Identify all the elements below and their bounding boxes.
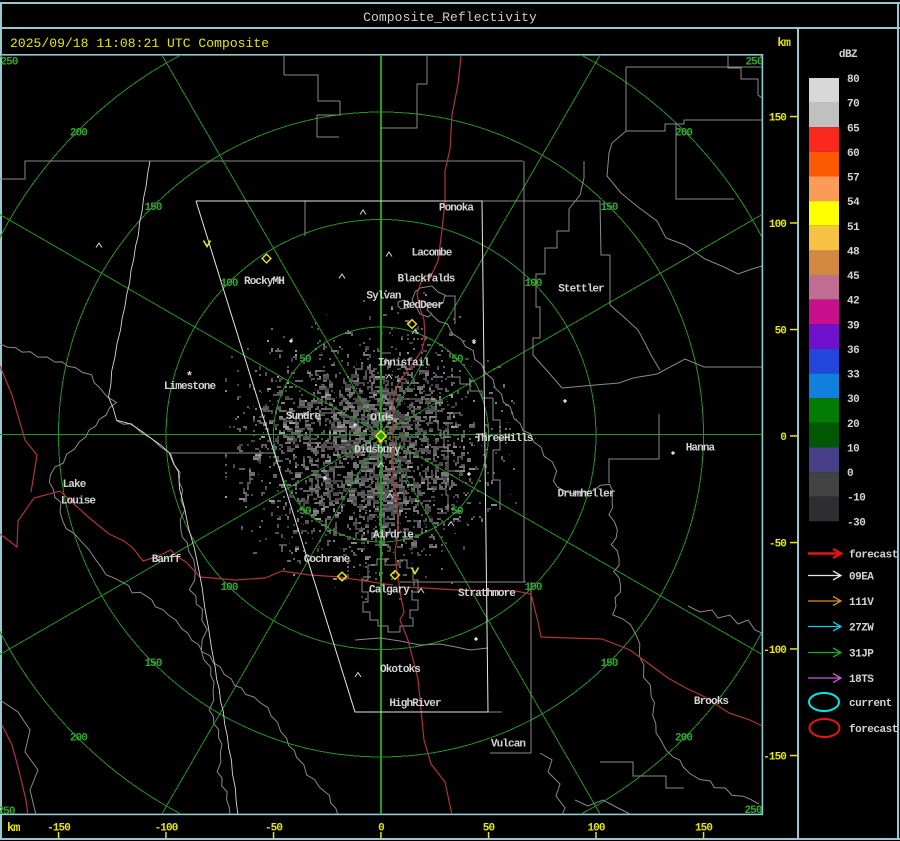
svg-text:Lacombe: Lacombe (412, 248, 453, 260)
svg-text:60: 60 (847, 148, 859, 160)
svg-text:150: 150 (769, 113, 786, 125)
svg-text:42: 42 (847, 296, 859, 308)
svg-text:Drumheller: Drumheller (557, 489, 614, 501)
svg-text:200: 200 (70, 127, 87, 139)
svg-text:-150: -150 (763, 752, 786, 764)
svg-text:km: km (777, 36, 790, 50)
svg-text:33: 33 (847, 370, 860, 382)
svg-text:0: 0 (780, 432, 786, 444)
svg-text:50: 50 (775, 326, 787, 338)
svg-text:forecast: forecast (849, 724, 898, 736)
svg-text:100: 100 (524, 582, 541, 594)
svg-text:36: 36 (847, 345, 859, 357)
svg-text:10: 10 (847, 443, 859, 455)
svg-text:48: 48 (847, 246, 860, 258)
svg-text:45: 45 (847, 271, 860, 283)
svg-text:-100: -100 (763, 645, 786, 657)
svg-text:200: 200 (675, 127, 692, 139)
svg-text:31JP: 31JP (849, 649, 874, 661)
svg-text:Limestone: Limestone (164, 381, 217, 393)
svg-text:Lake: Lake (63, 479, 87, 491)
svg-text:65: 65 (847, 123, 860, 135)
svg-text:Hanna: Hanna (686, 443, 716, 455)
svg-text:Stettler: Stettler (558, 284, 604, 296)
svg-text:51: 51 (847, 222, 860, 234)
svg-text:Olds: Olds (370, 413, 393, 425)
svg-text:50: 50 (299, 506, 311, 518)
svg-text:57: 57 (847, 173, 859, 185)
svg-text:Innisfail: Innisfail (378, 358, 431, 370)
svg-text:27ZW: 27ZW (849, 623, 874, 635)
svg-text:70: 70 (847, 99, 859, 111)
svg-text:Ponoka: Ponoka (439, 203, 475, 215)
svg-text:RockyMH: RockyMH (244, 276, 284, 288)
svg-text:2025/09/18 11:08:21 UTC Compos: 2025/09/18 11:08:21 UTC Composite (10, 36, 269, 51)
svg-text:150: 150 (600, 202, 617, 214)
svg-text:200: 200 (70, 733, 87, 745)
svg-text:Airdrie: Airdrie (373, 530, 414, 542)
svg-text:100: 100 (220, 278, 237, 290)
svg-text:ThreeHills: ThreeHills (475, 433, 532, 445)
svg-text:Banff: Banff (152, 554, 182, 566)
svg-text:Sundre: Sundre (286, 411, 322, 423)
svg-text:150: 150 (600, 658, 617, 670)
svg-text:80: 80 (847, 74, 859, 86)
svg-text:Louise: Louise (61, 496, 97, 508)
svg-text:Brooks: Brooks (694, 696, 729, 708)
svg-text:50: 50 (451, 506, 463, 518)
svg-text:HighRiver: HighRiver (389, 698, 441, 710)
svg-text:dBZ: dBZ (839, 49, 858, 61)
svg-text:100: 100 (524, 278, 541, 290)
svg-text:forecast: forecast (849, 550, 898, 562)
svg-text:Strathmore: Strathmore (458, 588, 516, 600)
svg-text:km: km (7, 821, 20, 835)
svg-text:Calgary: Calgary (369, 585, 410, 597)
svg-text:RedDeer: RedDeer (403, 300, 443, 312)
svg-text:250: 250 (745, 57, 762, 69)
svg-text:*: * (470, 338, 477, 352)
svg-text:Blackfalds: Blackfalds (397, 274, 454, 286)
svg-text:30: 30 (847, 394, 859, 406)
svg-text:Cochrane: Cochrane (304, 554, 351, 566)
svg-text:54: 54 (847, 197, 860, 209)
svg-text:200: 200 (675, 733, 692, 745)
svg-text:100: 100 (220, 582, 237, 594)
svg-text:Sylvan: Sylvan (366, 291, 401, 303)
svg-text:150: 150 (144, 658, 161, 670)
svg-text:-30: -30 (847, 517, 865, 529)
svg-text:100: 100 (769, 219, 786, 231)
svg-text:50: 50 (451, 354, 463, 366)
svg-text:Vulcan: Vulcan (491, 739, 526, 751)
svg-text:20: 20 (847, 419, 859, 431)
svg-text:Composite_Reflectivity: Composite_Reflectivity (363, 10, 537, 25)
svg-text:111V: 111V (849, 597, 874, 609)
svg-text:39: 39 (847, 320, 859, 332)
svg-text:-50: -50 (769, 539, 786, 551)
svg-text:50: 50 (299, 354, 311, 366)
svg-text:18TS: 18TS (849, 674, 874, 686)
svg-text:150: 150 (144, 202, 161, 214)
svg-text:0: 0 (847, 468, 853, 480)
svg-text:250: 250 (0, 57, 17, 69)
svg-text:09EA: 09EA (849, 572, 874, 584)
svg-text:current: current (849, 698, 892, 710)
svg-text:-10: -10 (847, 493, 865, 505)
svg-text:Didsbury: Didsbury (354, 445, 401, 457)
svg-text:Okotoks: Okotoks (380, 664, 420, 676)
